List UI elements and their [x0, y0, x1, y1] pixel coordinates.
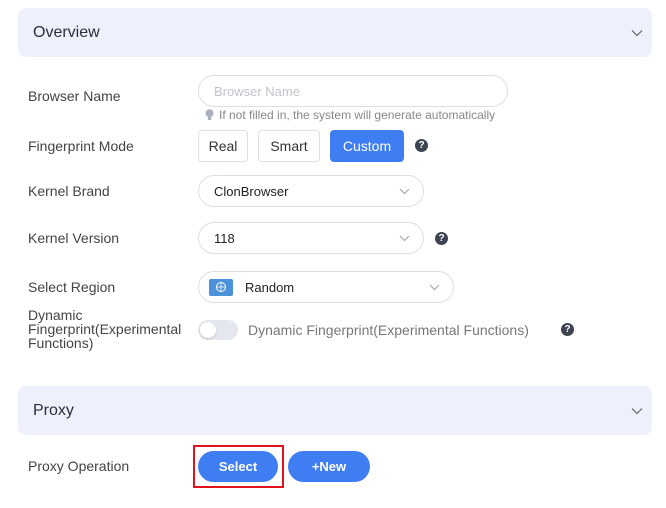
- region-select[interactable]: Random: [198, 271, 454, 303]
- mode-smart-button[interactable]: Smart: [258, 130, 320, 162]
- toggle-knob: [200, 322, 216, 338]
- chevron-down-icon[interactable]: [630, 26, 644, 40]
- mode-real-button[interactable]: Real: [198, 130, 248, 162]
- browser-name-input[interactable]: [198, 75, 508, 107]
- chevron-down-icon: [427, 280, 441, 294]
- question-icon[interactable]: ?: [415, 139, 428, 152]
- browser-name-hint: If not filled in, the system will genera…: [205, 108, 495, 122]
- chevron-down-icon: [397, 231, 411, 245]
- dynamic-fingerprint-toggle-text: Dynamic Fingerprint(Experimental Functio…: [248, 322, 529, 338]
- overview-title: Overview: [33, 23, 100, 41]
- browser-name-hint-text: If not filled in, the system will genera…: [219, 108, 496, 122]
- region-value: Random: [245, 279, 295, 295]
- kernel-brand-select[interactable]: ClonBrowser: [198, 175, 424, 207]
- proxy-title: Proxy: [33, 401, 74, 419]
- kernel-brand-value: ClonBrowser: [214, 183, 289, 199]
- kernel-version-label: Kernel Version: [28, 230, 120, 246]
- kernel-version-value: 118: [214, 230, 235, 246]
- overview-section-header[interactable]: Overview: [18, 8, 652, 57]
- proxy-operation-label: Proxy Operation: [28, 458, 130, 474]
- question-icon[interactable]: ?: [561, 323, 574, 336]
- fingerprint-mode-label: Fingerprint Mode: [28, 138, 134, 154]
- browser-name-label: Browser Name: [28, 88, 121, 104]
- proxy-new-button[interactable]: +New: [288, 451, 370, 482]
- proxy-select-button[interactable]: Select: [198, 451, 278, 482]
- select-region-label: Select Region: [28, 279, 116, 295]
- kernel-brand-label: Kernel Brand: [28, 183, 110, 199]
- globe-flag-icon: [209, 278, 233, 296]
- lightbulb-icon: [205, 109, 214, 121]
- chevron-down-icon: [397, 184, 411, 198]
- dynamic-fingerprint-toggle[interactable]: [198, 320, 238, 340]
- chevron-down-icon[interactable]: [630, 404, 644, 418]
- mode-custom-button[interactable]: Custom: [330, 130, 404, 162]
- proxy-section-header[interactable]: Proxy: [18, 386, 652, 435]
- kernel-version-select[interactable]: 118: [198, 222, 424, 254]
- question-icon[interactable]: ?: [435, 232, 448, 245]
- dynamic-fingerprint-label: Dynamic Fingerprint(Experimental Functio…: [28, 307, 182, 351]
